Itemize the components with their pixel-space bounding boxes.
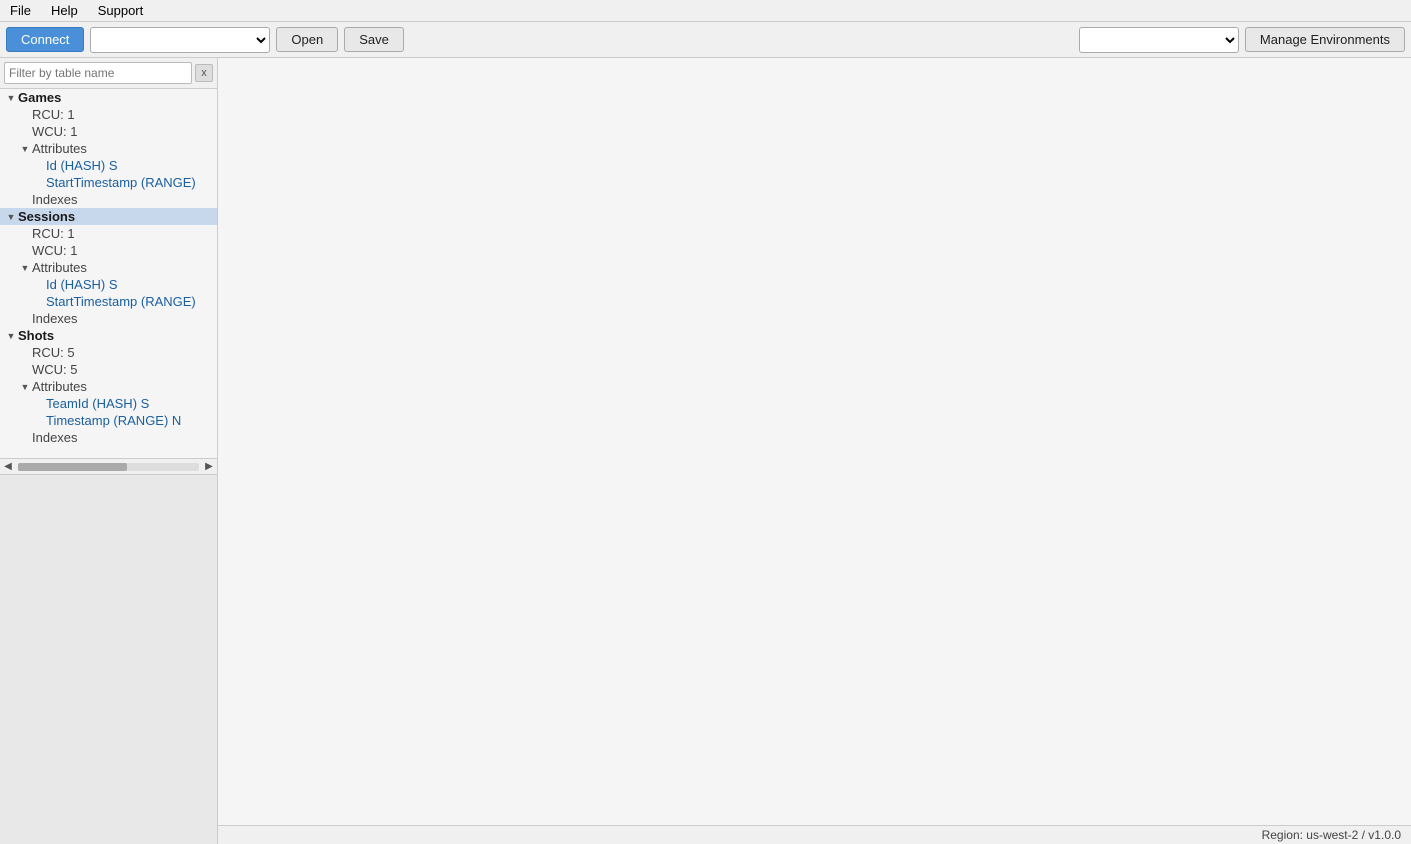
expand-icon-shots-attributes[interactable]: ▼ [18, 382, 32, 392]
menu-file[interactable]: File [4, 1, 37, 20]
menu-bar: File Help Support [0, 0, 1411, 22]
tree-label-sessions-wcu: WCU: 1 [32, 243, 78, 258]
tree-item-sessions-indexes[interactable]: Indexes [0, 310, 217, 327]
save-button[interactable]: Save [344, 27, 404, 52]
tree-item-games-attr-id[interactable]: Id (HASH) S [0, 157, 217, 174]
tree-item-games-wcu[interactable]: WCU: 1 [0, 123, 217, 140]
expand-icon-sessions[interactable]: ▼ [4, 212, 18, 222]
scroll-thumb [18, 463, 127, 471]
tree-label-games-attributes: Attributes [32, 141, 87, 156]
tree-item-shots-indexes[interactable]: Indexes [0, 429, 217, 446]
main-layout: x ▼GamesRCU: 1WCU: 1▼AttributesId (HASH)… [0, 58, 1411, 844]
scroll-right-arrow[interactable]: ▶ [201, 459, 217, 475]
tree-label-shots-attributes: Attributes [32, 379, 87, 394]
status-bar: Region: us-west-2 / v1.0.0 [218, 825, 1411, 844]
tree-label-shots-rcu: RCU: 5 [32, 345, 75, 360]
sidebar-bottom [0, 474, 217, 844]
tree-label-games-attr-id: Id (HASH) S [46, 158, 118, 173]
tree-item-games[interactable]: ▼Games [0, 89, 217, 106]
tree-item-sessions-attributes[interactable]: ▼Attributes [0, 259, 217, 276]
tree-item-shots-rcu[interactable]: RCU: 5 [0, 344, 217, 361]
tree-label-games-wcu: WCU: 1 [32, 124, 78, 139]
tree-label-shots: Shots [18, 328, 54, 343]
tree-item-sessions-rcu[interactable]: RCU: 1 [0, 225, 217, 242]
tree-label-sessions-rcu: RCU: 1 [32, 226, 75, 241]
tree-label-sessions-attr-ts: StartTimestamp (RANGE) [46, 294, 196, 309]
table-filter-input[interactable] [4, 62, 192, 84]
expand-icon-shots[interactable]: ▼ [4, 331, 18, 341]
sidebar-filter-bar: x [0, 58, 217, 89]
tree-item-shots-attr-teamid[interactable]: TeamId (HASH) S [0, 395, 217, 412]
menu-help[interactable]: Help [45, 1, 84, 20]
tree-item-games-indexes[interactable]: Indexes [0, 191, 217, 208]
tree-item-shots-wcu[interactable]: WCU: 5 [0, 361, 217, 378]
manage-env-button[interactable]: Manage Environments [1245, 27, 1405, 52]
tree-label-shots-wcu: WCU: 5 [32, 362, 78, 377]
tree-item-sessions-attr-id[interactable]: Id (HASH) S [0, 276, 217, 293]
tree-item-sessions-attr-ts[interactable]: StartTimestamp (RANGE) [0, 293, 217, 310]
tree-item-sessions[interactable]: ▼Sessions [0, 208, 217, 225]
expand-icon-games-attributes[interactable]: ▼ [18, 144, 32, 154]
scroll-left-arrow[interactable]: ◀ [0, 459, 16, 475]
menu-support[interactable]: Support [92, 1, 150, 20]
tree-label-games: Games [18, 90, 61, 105]
tree-item-games-attr-ts[interactable]: StartTimestamp (RANGE) [0, 174, 217, 191]
connect-button[interactable]: Connect [6, 27, 84, 52]
tree-item-shots-attributes[interactable]: ▼Attributes [0, 378, 217, 395]
content-area [218, 58, 1411, 844]
tree-label-games-indexes: Indexes [32, 192, 78, 207]
tree-label-games-rcu: RCU: 1 [32, 107, 75, 122]
tree-label-sessions: Sessions [18, 209, 75, 224]
open-button[interactable]: Open [276, 27, 338, 52]
tree-label-shots-attr-timestamp: Timestamp (RANGE) N [46, 413, 181, 428]
region-label: Region: us-west-2 / v1.0.0 [1262, 828, 1401, 842]
tree-container[interactable]: ▼GamesRCU: 1WCU: 1▼AttributesId (HASH) S… [0, 89, 217, 458]
tree-item-sessions-wcu[interactable]: WCU: 1 [0, 242, 217, 259]
toolbar: Connect Open Save Manage Environments [0, 22, 1411, 58]
filter-clear-button[interactable]: x [195, 64, 213, 82]
scroll-track[interactable] [18, 463, 199, 471]
env-select[interactable] [1079, 27, 1239, 53]
tree-item-games-rcu[interactable]: RCU: 1 [0, 106, 217, 123]
expand-icon-games[interactable]: ▼ [4, 93, 18, 103]
tree-item-shots-attr-timestamp[interactable]: Timestamp (RANGE) N [0, 412, 217, 429]
sidebar: x ▼GamesRCU: 1WCU: 1▼AttributesId (HASH)… [0, 58, 218, 844]
tree-label-shots-indexes: Indexes [32, 430, 78, 445]
tree-label-sessions-indexes: Indexes [32, 311, 78, 326]
query-select[interactable] [90, 27, 270, 53]
tree-label-shots-attr-teamid: TeamId (HASH) S [46, 396, 149, 411]
tree-label-games-attr-ts: StartTimestamp (RANGE) [46, 175, 196, 190]
tree-item-shots[interactable]: ▼Shots [0, 327, 217, 344]
expand-icon-sessions-attributes[interactable]: ▼ [18, 263, 32, 273]
tree-label-sessions-attr-id: Id (HASH) S [46, 277, 118, 292]
tree-scroll-x: ◀ ▶ [0, 458, 217, 474]
tree-label-sessions-attributes: Attributes [32, 260, 87, 275]
tree-item-games-attributes[interactable]: ▼Attributes [0, 140, 217, 157]
